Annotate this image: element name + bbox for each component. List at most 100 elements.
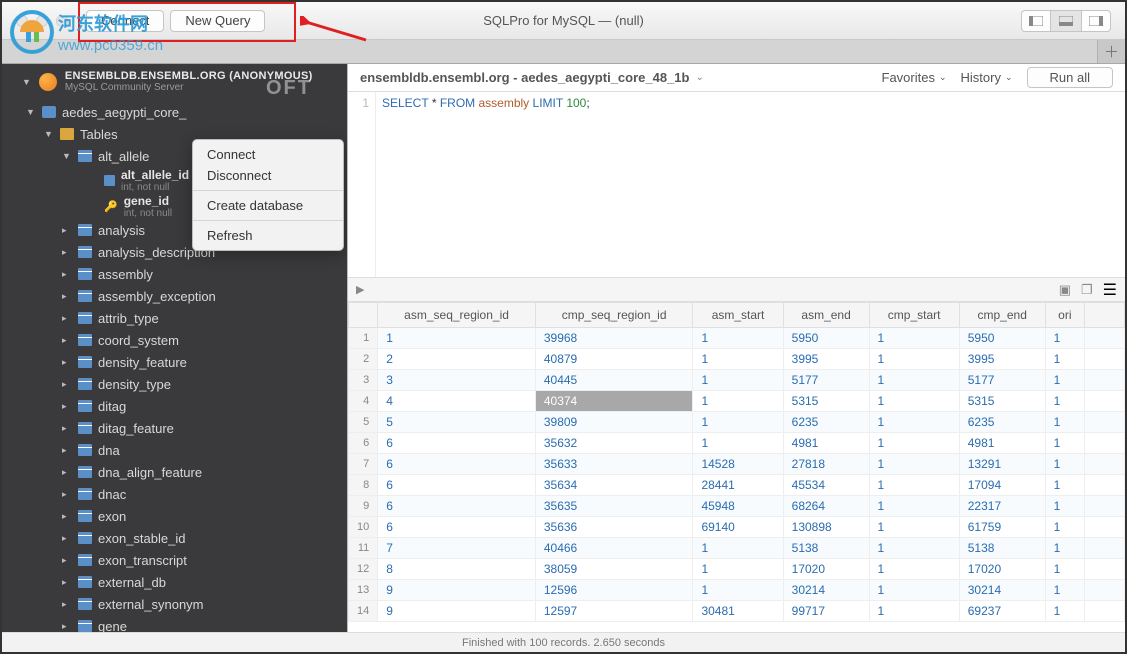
tree-table[interactable]: ▸external_db — [2, 571, 347, 593]
cell[interactable]: 5138 — [959, 538, 1045, 559]
cell[interactable]: 4981 — [959, 433, 1045, 454]
cell[interactable]: 3995 — [959, 349, 1045, 370]
cell[interactable]: 1 — [378, 328, 536, 349]
tab-add-button[interactable]: ＋ — [1097, 40, 1125, 63]
table-row[interactable]: 139125961302141302141 — [349, 580, 1125, 601]
table-row[interactable]: 763563314528278181132911 — [349, 454, 1125, 475]
cell[interactable]: 6 — [378, 433, 536, 454]
run-all-button[interactable]: Run all — [1027, 67, 1113, 88]
table-row[interactable]: 1174046615138151381 — [349, 538, 1125, 559]
column-header[interactable]: asm_end — [783, 303, 869, 328]
tree-table[interactable]: ▸exon_stable_id — [2, 527, 347, 549]
cell[interactable]: 17020 — [959, 559, 1045, 580]
editor-code[interactable]: SELECT * FROM assembly LIMIT 100; — [376, 92, 596, 277]
tree-database[interactable]: ▼ aedes_aegypti_core_ — [2, 101, 347, 123]
layout-right-icon[interactable] — [1081, 10, 1111, 32]
cell[interactable]: 30214 — [959, 580, 1045, 601]
tree-table[interactable]: ▸attrib_type — [2, 307, 347, 329]
table-row[interactable]: 113996815950159501 — [349, 328, 1125, 349]
cell[interactable]: 1 — [693, 580, 783, 601]
breadcrumb[interactable]: ensembldb.ensembl.org - aedes_aegypti_co… — [360, 70, 689, 85]
cell[interactable]: 38059 — [535, 559, 693, 580]
cell[interactable]: 35636 — [535, 517, 693, 538]
play-icon[interactable]: ▶ — [356, 283, 364, 296]
cell[interactable]: 1 — [1045, 538, 1084, 559]
cell[interactable]: 1 — [869, 433, 959, 454]
cell[interactable]: 1 — [1045, 580, 1084, 601]
tree-table[interactable]: ▸ditag — [2, 395, 347, 417]
cell[interactable]: 1 — [869, 559, 959, 580]
cell[interactable]: 35633 — [535, 454, 693, 475]
cell[interactable]: 5177 — [959, 370, 1045, 391]
hamburger-icon[interactable]: ☰ — [1103, 280, 1117, 300]
cell[interactable]: 14528 — [693, 454, 783, 475]
cell[interactable]: 1 — [1045, 475, 1084, 496]
cell[interactable]: 3 — [378, 370, 536, 391]
cell[interactable]: 5177 — [783, 370, 869, 391]
menu-refresh[interactable]: Refresh — [193, 225, 343, 246]
cell[interactable]: 1 — [693, 370, 783, 391]
cell[interactable]: 61759 — [959, 517, 1045, 538]
table-row[interactable]: 663563214981149811 — [349, 433, 1125, 454]
tree-table[interactable]: ▸coord_system — [2, 329, 347, 351]
traffic-lights[interactable] — [2, 15, 68, 27]
layout-segment[interactable] — [1021, 10, 1111, 32]
cell[interactable]: 45534 — [783, 475, 869, 496]
cell[interactable]: 1 — [693, 433, 783, 454]
cell[interactable]: 35635 — [535, 496, 693, 517]
tree-table[interactable]: ▸assembly_exception — [2, 285, 347, 307]
layout-bottom-icon[interactable] — [1051, 10, 1081, 32]
cell[interactable]: 1 — [869, 580, 959, 601]
table-row[interactable]: 963563545948682641223171 — [349, 496, 1125, 517]
cell[interactable]: 1 — [1045, 328, 1084, 349]
cell[interactable]: 45948 — [693, 496, 783, 517]
cell[interactable]: 1 — [869, 601, 959, 622]
cell[interactable]: 5315 — [783, 391, 869, 412]
cell[interactable]: 17094 — [959, 475, 1045, 496]
cell[interactable]: 1 — [693, 538, 783, 559]
cell[interactable]: 1 — [1045, 517, 1084, 538]
cell[interactable]: 3995 — [783, 349, 869, 370]
cell[interactable]: 4981 — [783, 433, 869, 454]
cell[interactable]: 8 — [378, 559, 536, 580]
tree-table[interactable]: ▸gene — [2, 615, 347, 632]
cell[interactable]: 1 — [1045, 433, 1084, 454]
cell[interactable]: 17020 — [783, 559, 869, 580]
connect-button[interactable]: Connect — [86, 10, 164, 32]
cell[interactable]: 1 — [1045, 496, 1084, 517]
tree-table[interactable]: ▸dnac — [2, 483, 347, 505]
cell[interactable]: 1 — [869, 454, 959, 475]
column-header[interactable]: asm_seq_region_id — [378, 303, 536, 328]
connection-header[interactable]: ▼ ENSEMBLDB.ENSEMBL.ORG (ANONYMOUS) MySQ… — [2, 64, 347, 99]
cell[interactable]: 1 — [869, 328, 959, 349]
cell[interactable]: 9 — [378, 601, 536, 622]
tree-table[interactable]: ▸ditag_feature — [2, 417, 347, 439]
cell[interactable]: 5950 — [783, 328, 869, 349]
cell[interactable]: 28441 — [693, 475, 783, 496]
menu-disconnect[interactable]: Disconnect — [193, 165, 343, 186]
new-query-button[interactable]: New Query — [170, 10, 265, 32]
folder-open-icon[interactable]: ▣ — [1059, 282, 1071, 298]
cell[interactable]: 35634 — [535, 475, 693, 496]
cell[interactable]: 1 — [869, 391, 959, 412]
cell[interactable]: 1 — [693, 391, 783, 412]
cell[interactable]: 6 — [378, 475, 536, 496]
cell[interactable]: 40466 — [535, 538, 693, 559]
tree-table[interactable]: ▸dna — [2, 439, 347, 461]
tree-table[interactable]: ▸exon — [2, 505, 347, 527]
cell[interactable]: 5138 — [783, 538, 869, 559]
cell[interactable]: 6 — [378, 454, 536, 475]
cell[interactable]: 9 — [378, 580, 536, 601]
cell[interactable]: 1 — [1045, 559, 1084, 580]
table-row[interactable]: 553980916235162351 — [349, 412, 1125, 433]
tree-table[interactable]: ▸density_feature — [2, 351, 347, 373]
cell[interactable]: 1 — [1045, 370, 1084, 391]
cell[interactable]: 22317 — [959, 496, 1045, 517]
cell[interactable]: 1 — [869, 370, 959, 391]
tree-table[interactable]: ▸dna_align_feature — [2, 461, 347, 483]
cell[interactable]: 13291 — [959, 454, 1045, 475]
cell[interactable]: 7 — [378, 538, 536, 559]
column-header[interactable]: ori — [1045, 303, 1084, 328]
table-row[interactable]: 334044515177151771 — [349, 370, 1125, 391]
cell[interactable]: 1 — [869, 496, 959, 517]
